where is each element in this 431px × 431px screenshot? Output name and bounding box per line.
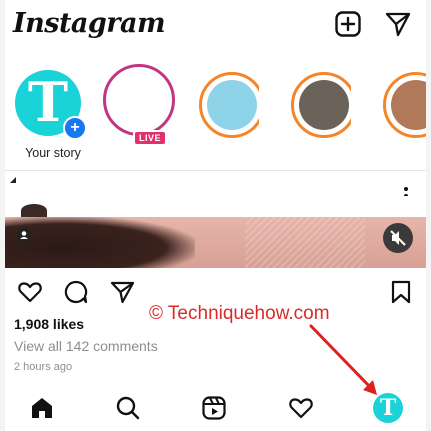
avatar-letter: T: [27, 70, 69, 134]
home-icon[interactable]: [29, 395, 55, 421]
reels-icon[interactable]: [201, 395, 227, 421]
muted-speaker-icon: [390, 230, 406, 246]
annotation-arrow: [309, 324, 377, 395]
story-item[interactable]: [199, 64, 259, 148]
likes-count[interactable]: 1,908 likes: [14, 316, 84, 332]
watermark-text: © Techniquehow.com: [149, 303, 330, 324]
instagram-logo: Instagram: [13, 8, 166, 39]
tagged-user-icon[interactable]: [17, 228, 31, 242]
activity-heart-icon[interactable]: [288, 395, 314, 421]
share-icon[interactable]: [109, 279, 135, 305]
profile-tab-avatar[interactable]: T: [373, 393, 403, 423]
view-comments-link[interactable]: View all 142 comments: [14, 338, 158, 354]
comment-icon[interactable]: [63, 279, 89, 305]
story-live-avatar: [109, 70, 169, 130]
profile-avatar-letter: T: [379, 395, 397, 421]
story-item[interactable]: [383, 64, 426, 148]
post-image-top: [5, 196, 426, 217]
direct-message-icon[interactable]: [384, 10, 412, 38]
post-timestamp: 2 hours ago: [14, 361, 73, 373]
add-story-plus-icon[interactable]: +: [63, 116, 87, 140]
instagram-screen: Instagram T + Your story LIVE © Techniqu…: [5, 0, 426, 431]
post-header-corner: [10, 177, 16, 183]
stories-divider: [5, 170, 426, 171]
mute-button[interactable]: [383, 223, 413, 253]
live-badge: LIVE: [133, 130, 168, 146]
search-icon[interactable]: [115, 395, 141, 421]
your-story-label: Your story: [25, 146, 81, 160]
like-heart-icon[interactable]: [17, 279, 43, 305]
post-image[interactable]: [5, 217, 426, 268]
new-post-icon[interactable]: [334, 10, 362, 38]
story-item[interactable]: [291, 64, 351, 148]
save-bookmark-icon[interactable]: [389, 279, 413, 305]
